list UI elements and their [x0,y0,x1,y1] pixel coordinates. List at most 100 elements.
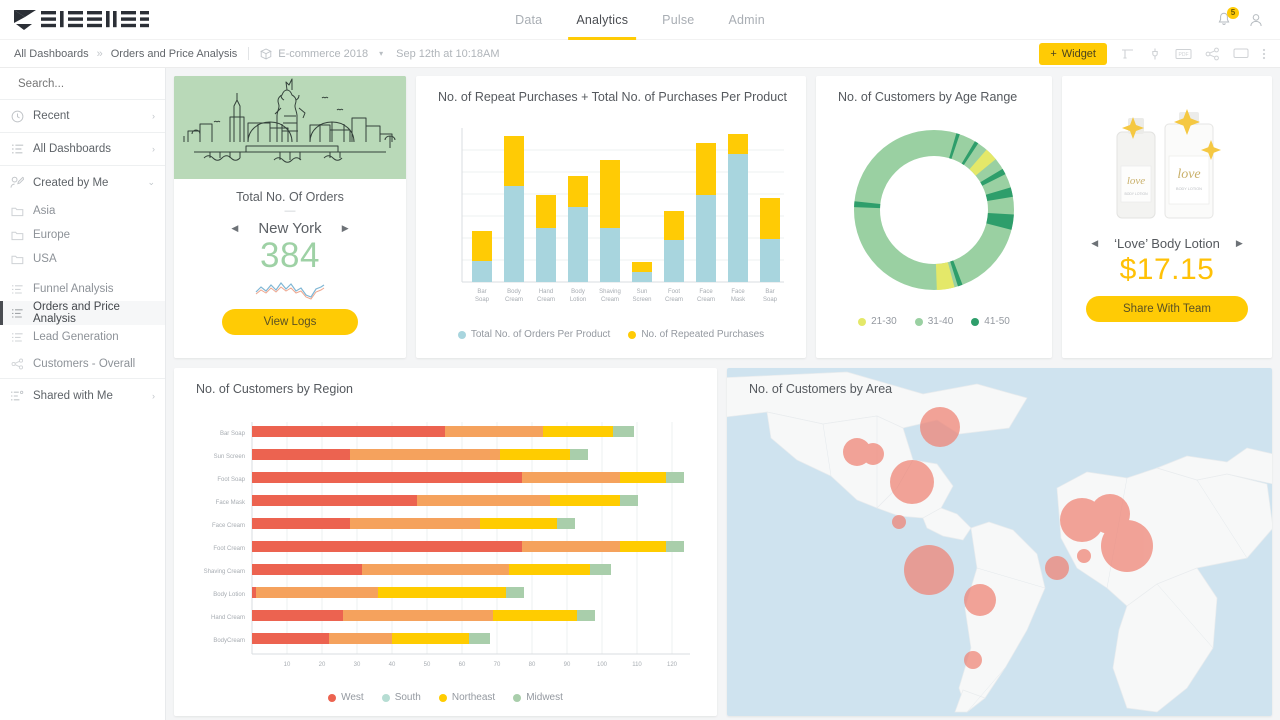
widget-customers-by-area[interactable]: No. of Customers by Area [727,368,1272,716]
svg-text:Sun: Sun [637,289,648,295]
svg-text:70: 70 [494,662,501,668]
widget-customers-by-region: No. of Customers by Region Bar Soap Sun … [174,368,717,716]
widget-repeat-purchases: No. of Repeat Purchases + Total No. of P… [416,76,806,358]
notifications-button[interactable]: 5 [1216,6,1239,29]
chevron-down-icon: ⌄ [147,177,155,187]
widget-customers-by-age: No. of Customers by Age Range 21-30 31-4… [816,76,1052,358]
kpi-city-selector: ◀ New York ▶ [231,220,348,237]
svg-text:Soap: Soap [475,297,490,303]
svg-text:Bar: Bar [477,289,486,295]
sidebar-item-all-dashboards[interactable]: All Dashboards › [0,133,165,166]
sisense-logo[interactable] [0,9,260,31]
legend-item-northeast[interactable]: Northeast [438,692,495,703]
legend-swatch [513,693,522,702]
svg-text:Shaving Cream: Shaving Cream [204,569,245,575]
more-vertical-icon[interactable] [1262,47,1266,61]
svg-text:Foot: Foot [668,289,680,295]
filter-icon[interactable] [1120,47,1135,61]
user-edit-icon [10,176,24,189]
legend-item-41-50[interactable]: 41-50 [971,316,1010,327]
svg-text:Shaving: Shaving [599,289,621,295]
kpi-content: Total No. Of Orders — ◀ New York ▶ 384 V [174,179,406,358]
legend-item-total-orders[interactable]: Total No. of Orders Per Product [457,329,610,340]
sidebar-item-shared-with-me[interactable]: Shared with Me › [0,379,165,412]
svg-text:90: 90 [564,662,571,668]
breadcrumb-all-dashboards[interactable]: All Dashboards [14,48,89,60]
svg-text:Sun Screen: Sun Screen [214,454,245,460]
legend-item-south[interactable]: South [381,692,421,703]
brush-icon[interactable] [1148,47,1162,61]
widget-title-by-region: No. of Customers by Region [196,382,354,396]
sidebar-item-usa[interactable]: USA [0,247,165,271]
kpi-next-button[interactable]: ▶ [342,223,349,234]
sisense-dashboard-app: Data Analytics Pulse Admin 5 All Dashboa… [0,0,1280,720]
legend-item-midwest[interactable]: Midwest [513,692,563,703]
svg-text:Cream: Cream [665,297,683,303]
svg-text:Screen: Screen [632,297,651,303]
breadcrumb-toolbar: All Dashboards » Orders and Price Analys… [0,40,1280,68]
svg-text:60: 60 [459,662,466,668]
present-icon[interactable] [1233,47,1249,60]
nav-tab-admin[interactable]: Admin [728,0,764,40]
legend-label: Midwest [526,692,563,703]
sidebar-item-funnel-analysis[interactable]: Funnel Analysis [0,277,165,301]
svg-text:20: 20 [319,662,326,668]
hbar-group [252,426,684,644]
share-with-team-button[interactable]: Share With Team [1086,296,1248,322]
share-icon[interactable] [1205,47,1220,61]
sidebar-item-europe[interactable]: Europe [0,223,165,247]
sidebar-item-recent[interactable]: Recent › [0,100,165,133]
sidebar-item-asia[interactable]: Asia [0,199,165,223]
svg-text:120: 120 [667,662,678,668]
svg-text:50: 50 [424,662,431,668]
add-widget-button[interactable]: + Widget [1039,42,1107,65]
breadcrumb-current-dashboard[interactable]: Orders and Price Analysis [111,48,238,60]
repeat-purchases-chart: Bar Soap Body Cream Hand Cream Body Lotion S… [461,128,784,303]
legend-item-repeated-purchases[interactable]: No. of Repeated Purchases [628,329,764,340]
svg-text:BodyCream: BodyCream [213,638,245,644]
svg-text:Cream: Cream [697,297,715,303]
product-content: love BODY LOTION love BODY LOTION ◀ ‘Lov… [1062,76,1272,358]
svg-text:30: 30 [354,662,361,668]
legend-swatch [438,693,447,702]
legend-item-31-40[interactable]: 31-40 [914,316,954,327]
product-prev-button[interactable]: ◀ [1091,238,1098,249]
folder-icon [10,254,24,265]
sidebar-item-orders-and-price-analysis[interactable]: Orders and Price Analysis [0,301,165,325]
svg-text:BODY LOTION: BODY LOTION [1124,192,1148,196]
legend-item-21-30[interactable]: 21-30 [858,316,897,327]
nav-tab-data[interactable]: Data [515,0,542,40]
datasource-selector[interactable]: E-commerce 2018 ▾ [260,48,383,60]
repeat-purchases-legend: Total No. of Orders Per Product No. of R… [416,329,806,340]
svg-text:love: love [1177,167,1200,182]
svg-text:Body: Body [571,289,585,295]
view-logs-button[interactable]: View Logs [222,309,358,335]
sidebar-item-lead-generation[interactable]: Lead Generation [0,325,165,349]
sidebar-label-asia: Asia [33,205,56,217]
product-name: ‘Love’ Body Lotion [1114,236,1220,251]
widget-title-by-area: No. of Customers by Area [749,382,893,396]
legend-label: 31-40 [927,316,954,327]
product-next-button[interactable]: ▶ [1236,238,1243,249]
search-input[interactable] [18,77,172,90]
sidebar-item-customers-overall[interactable]: Customers - Overall [0,349,165,379]
svg-text:Body Lotion: Body Lotion [213,592,245,598]
user-avatar-icon[interactable] [1248,12,1264,28]
nav-tab-pulse[interactable]: Pulse [662,0,694,40]
kpi-divider: — [284,205,296,217]
sidebar-label-usa: USA [33,253,57,265]
svg-text:Cream: Cream [537,297,555,303]
kpi-city-name: New York [258,220,322,237]
pdf-icon[interactable]: PDF [1175,48,1192,60]
kpi-prev-button[interactable]: ◀ [231,223,238,234]
share-icon [10,358,24,370]
legend-item-west[interactable]: West [328,692,364,703]
list-icon [10,143,24,155]
world-bubble-map[interactable] [727,368,1272,716]
folder-icon [10,230,24,241]
sidebar-item-created-by-me[interactable]: Created by Me ⌄ [0,166,165,199]
svg-text:80: 80 [529,662,536,668]
nav-tab-analytics[interactable]: Analytics [568,0,636,40]
svg-text:10: 10 [284,662,291,668]
sidebar-label-shared-with-me: Shared with Me [33,389,113,402]
